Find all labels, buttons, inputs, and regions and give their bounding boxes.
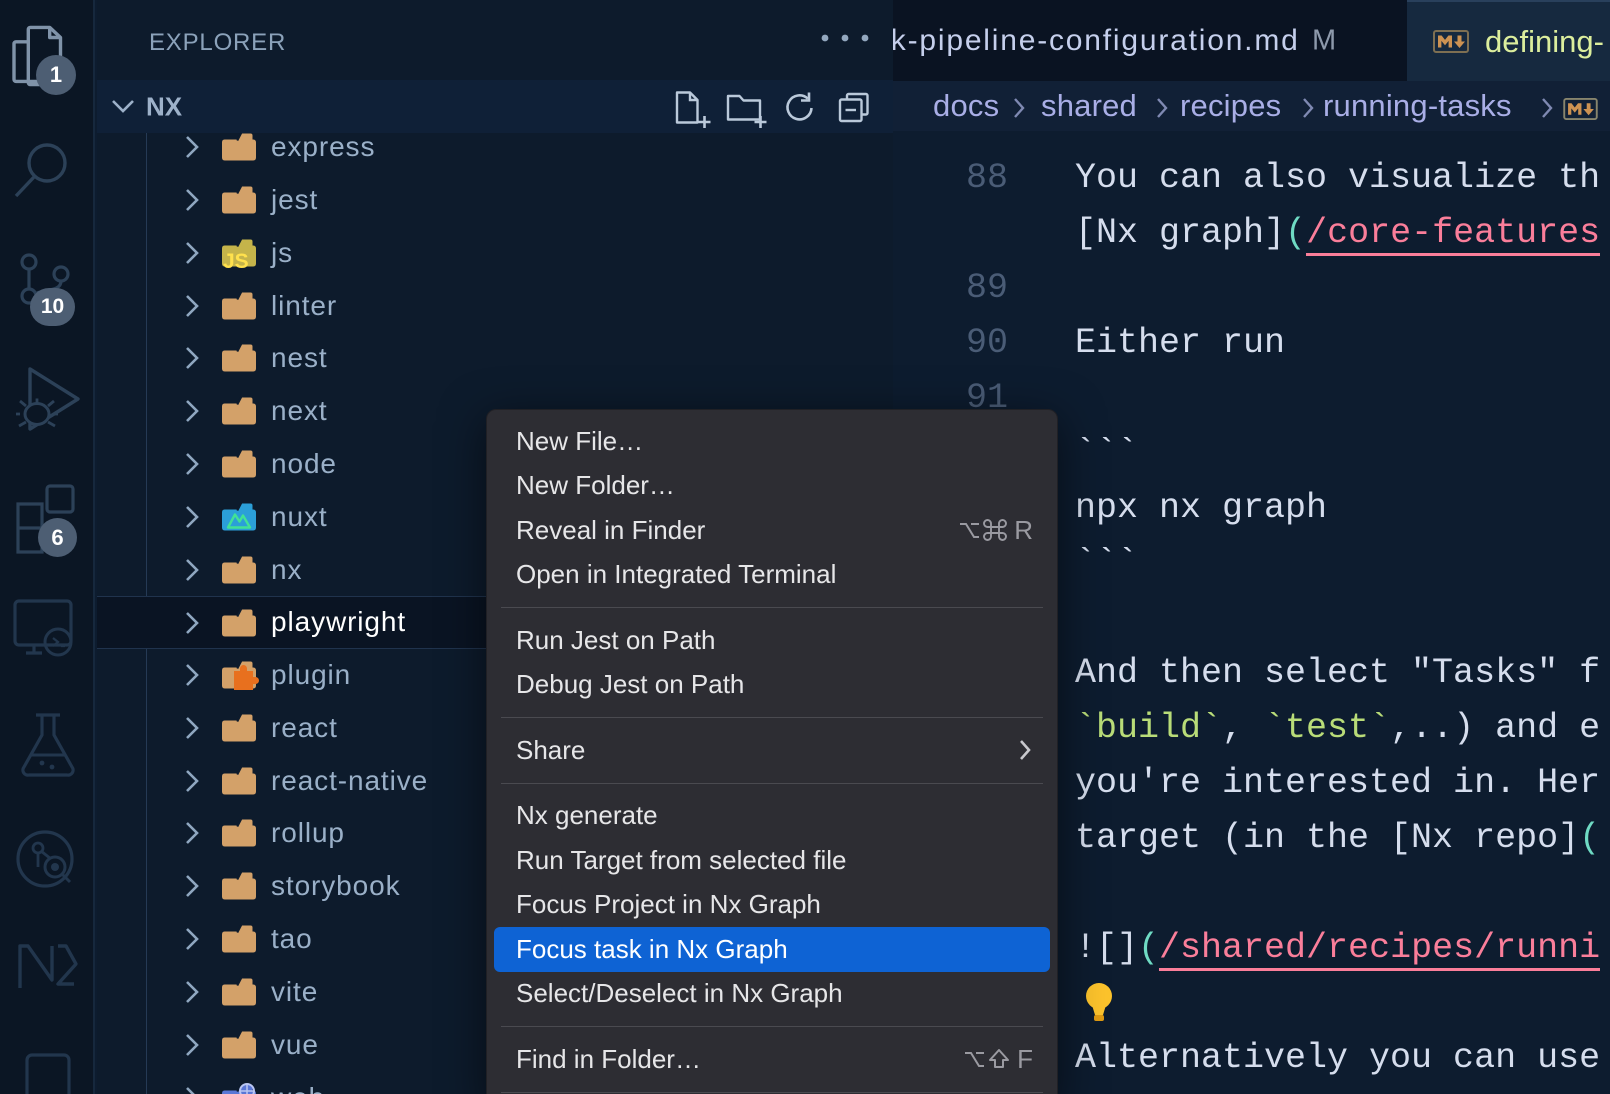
svg-text:JS: JS xyxy=(223,250,249,270)
